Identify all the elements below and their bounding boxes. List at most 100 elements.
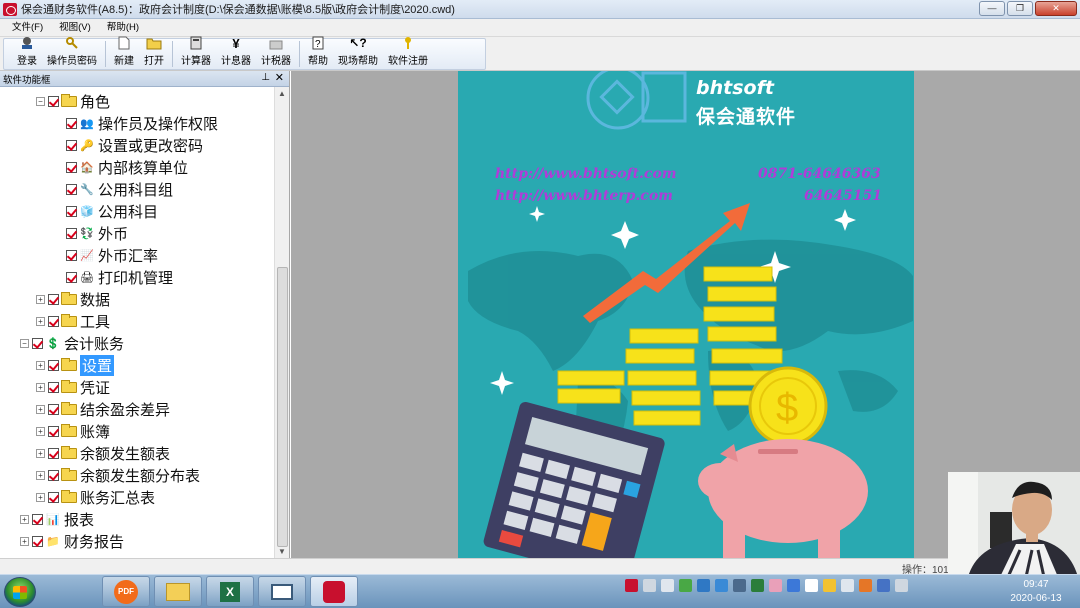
- security-icon[interactable]: [751, 579, 764, 592]
- expand-icon[interactable]: +: [36, 470, 45, 480]
- checkbox[interactable]: [48, 425, 59, 437]
- tree-item[interactable]: + 设置: [36, 354, 115, 376]
- taskbar-bht-app-button[interactable]: [310, 576, 358, 607]
- speaker-icon[interactable]: [805, 579, 818, 592]
- tray-icon[interactable]: [625, 579, 638, 592]
- checkbox[interactable]: [32, 513, 43, 525]
- expand-icon[interactable]: +: [36, 404, 45, 414]
- tree-scrollbar[interactable]: ▲ ▼: [274, 87, 289, 558]
- tree-item[interactable]: 📈 外币汇率: [66, 245, 158, 265]
- panel-close-icon[interactable]: ✕: [275, 71, 284, 84]
- expand-icon[interactable]: +: [36, 492, 45, 502]
- taskbar-window-button[interactable]: [258, 576, 306, 607]
- interest-calc-button[interactable]: ¥ 计息器: [216, 36, 256, 69]
- expand-icon[interactable]: +: [36, 426, 45, 436]
- sync-icon[interactable]: [697, 579, 710, 592]
- checkbox[interactable]: [66, 117, 77, 129]
- taskbar-pdf-button[interactable]: PDF: [102, 576, 150, 607]
- taskbar-excel-button[interactable]: X: [206, 576, 254, 607]
- tree-item[interactable]: 🖨 打印机管理: [66, 267, 173, 287]
- network-icon[interactable]: [715, 579, 728, 592]
- register-button[interactable]: 软件注册: [383, 37, 433, 69]
- tree-item[interactable]: + 结余盈余差异: [36, 399, 170, 419]
- tree-item[interactable]: − 角色: [36, 91, 110, 111]
- checkbox[interactable]: [48, 315, 59, 327]
- shield-icon[interactable]: [787, 579, 800, 592]
- minimize-button[interactable]: —: [979, 1, 1005, 16]
- tree-item[interactable]: + 数据: [36, 289, 110, 309]
- display-icon[interactable]: [733, 579, 746, 592]
- checkbox[interactable]: [66, 139, 77, 151]
- checkbox[interactable]: [48, 491, 59, 503]
- checkbox[interactable]: [48, 403, 59, 415]
- monitor-icon[interactable]: [841, 579, 854, 592]
- scroll-thumb[interactable]: [277, 267, 288, 547]
- tree-item[interactable]: + 📊 报表: [20, 509, 94, 529]
- tree-item[interactable]: + 余额发生额分布表: [36, 465, 200, 485]
- tree-item[interactable]: + 凭证: [36, 377, 110, 397]
- onsite-help-button[interactable]: ↖? 现场帮助: [333, 36, 383, 69]
- tree-item[interactable]: + 账簿: [36, 421, 110, 441]
- tree-item[interactable]: + 余额发生额表: [36, 443, 170, 463]
- collapse-icon[interactable]: −: [20, 338, 29, 348]
- flower-icon[interactable]: [769, 579, 782, 592]
- operator-password-button[interactable]: 操作员密码: [42, 37, 102, 69]
- menu-help[interactable]: 帮助(H): [99, 19, 147, 37]
- system-clock[interactable]: 09:47 2020-06-13: [1003, 578, 1069, 606]
- expand-icon[interactable]: +: [20, 536, 29, 546]
- checkbox[interactable]: [48, 381, 59, 393]
- tree-item[interactable]: 🧊 公用科目: [66, 201, 158, 221]
- checkbox[interactable]: [66, 183, 77, 195]
- scroll-up-icon[interactable]: ▲: [278, 89, 286, 98]
- tree-item[interactable]: + 📁 财务报告: [20, 531, 124, 551]
- expand-icon[interactable]: +: [36, 360, 45, 370]
- maximize-button[interactable]: ❐: [1007, 1, 1033, 16]
- checkbox[interactable]: [48, 293, 59, 305]
- battery-icon[interactable]: [679, 579, 692, 592]
- checkbox[interactable]: [48, 95, 59, 107]
- expand-icon[interactable]: +: [36, 316, 45, 326]
- bluetooth-icon[interactable]: [877, 579, 890, 592]
- tree-item[interactable]: 🏠 内部核算单位: [66, 157, 188, 177]
- checkbox[interactable]: [48, 447, 59, 459]
- checkbox[interactable]: [66, 205, 77, 217]
- tree-item[interactable]: − 💲 会计账务: [20, 333, 124, 353]
- checkbox[interactable]: [48, 359, 59, 371]
- tax-calc-button[interactable]: 计税器: [256, 39, 296, 69]
- flag-icon[interactable]: [895, 579, 908, 592]
- calculator-button[interactable]: 计算器: [176, 36, 216, 69]
- tree-item[interactable]: 👥 操作员及操作权限: [66, 113, 218, 133]
- expand-icon[interactable]: +: [36, 448, 45, 458]
- taskbar-explorer-button[interactable]: [154, 576, 202, 607]
- expand-icon[interactable]: +: [20, 514, 29, 524]
- checkbox[interactable]: [48, 469, 59, 481]
- new-button[interactable]: 新建: [109, 36, 139, 69]
- tree-item[interactable]: + 账务汇总表: [36, 487, 155, 507]
- pin-icon[interactable]: ⊥: [261, 72, 270, 83]
- checkbox[interactable]: [66, 249, 77, 261]
- close-button[interactable]: ✕: [1035, 1, 1077, 16]
- keyboard-icon[interactable]: [643, 579, 656, 592]
- ime-icon[interactable]: [661, 579, 674, 592]
- tree-item[interactable]: 🔧 公用科目组: [66, 179, 173, 199]
- app-tray-icon[interactable]: [859, 579, 872, 592]
- chat-icon[interactable]: [823, 579, 836, 592]
- scroll-down-icon[interactable]: ▼: [278, 547, 286, 556]
- collapse-icon[interactable]: −: [36, 96, 45, 106]
- menu-view[interactable]: 视图(V): [51, 19, 99, 37]
- expand-icon[interactable]: +: [36, 294, 45, 304]
- tree-item[interactable]: 🔑 设置或更改密码: [66, 135, 203, 155]
- tree-item[interactable]: 💱 外币: [66, 223, 128, 243]
- app-logo-icon[interactable]: [3, 2, 17, 16]
- open-button[interactable]: 打开: [139, 38, 169, 69]
- tree-item[interactable]: + 工具: [36, 311, 110, 331]
- title-bar[interactable]: 保会通财务软件(A8.5)：政府会计制度(D:\保会通数据\账模\8.5版\政府…: [0, 0, 1080, 19]
- checkbox[interactable]: [66, 161, 77, 173]
- menu-file[interactable]: 文件(F): [4, 19, 51, 37]
- expand-icon[interactable]: +: [36, 382, 45, 392]
- checkbox[interactable]: [32, 535, 43, 547]
- start-button[interactable]: [4, 577, 36, 607]
- login-button[interactable]: 登录: [12, 37, 42, 69]
- checkbox[interactable]: [66, 227, 77, 239]
- checkbox[interactable]: [32, 337, 43, 349]
